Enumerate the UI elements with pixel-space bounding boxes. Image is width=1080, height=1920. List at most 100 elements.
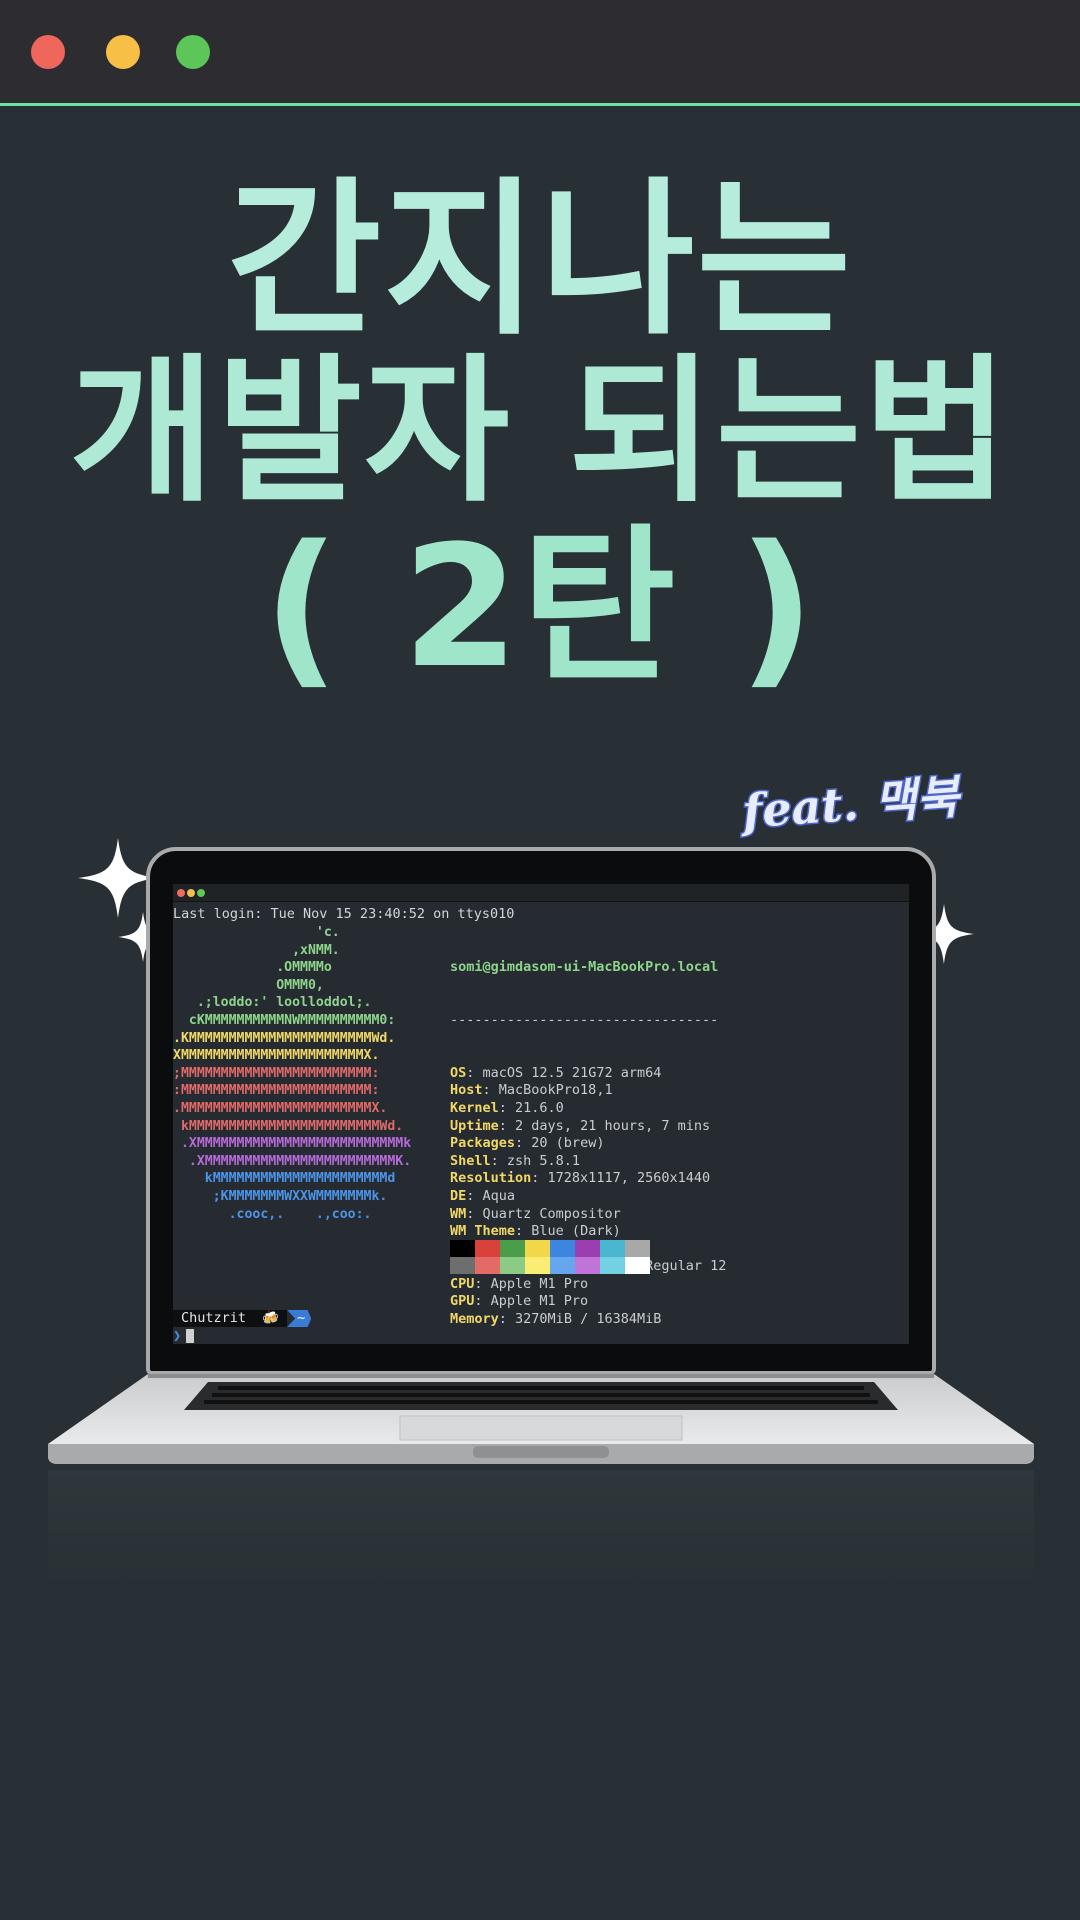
terminal-close-button[interactable] [177,889,185,897]
info-key: Resolution [450,1170,532,1187]
zoom-window-button[interactable] [176,35,210,69]
info-value: 1728x1117, 2560x1440 [547,1170,711,1187]
info-value: MacBookPro18,1 [498,1082,613,1099]
palette-swatch [625,1257,650,1274]
ascii-line: ;MMMMMMMMMMMMMMMMMMMMMMMM: [173,1065,380,1081]
info-row: Host: MacBookPro18,1 [450,1082,613,1099]
headline: 간지나는 개발자 되는법 ( 2탄 ) [0,175,1080,695]
info-row: GPU: Apple M1 Pro [450,1293,589,1310]
palette-swatch [475,1257,500,1274]
ascii-line: .cooc,. .,coo:. [173,1206,372,1222]
ascii-line: cKMMMMMMMMMMNWMMMMMMMMMM0: [173,1012,396,1028]
ascii-line: .KMMMMMMMMMMMMMMMMMMMMMMMWd. [173,1030,396,1046]
ascii-line: ,xNMM. [173,942,340,958]
shell-prompt: Chutzrit 🍻 ~ [173,1310,312,1327]
info-row: Shell: zsh 5.8.1 [450,1152,581,1169]
ascii-line: .XMMMMMMMMMMMMMMMMMMMMMMMMMMk [173,1136,412,1152]
prompt-dir-segment: ~ [287,1310,312,1327]
info-key: Shell [450,1152,491,1169]
close-window-button[interactable] [31,35,65,69]
info-value: Apple M1 Pro [490,1275,589,1292]
info-value: 2 days, 21 hours, 7 mins [515,1117,711,1134]
palette-swatch [450,1240,475,1257]
info-key: DE [450,1187,467,1204]
palette-swatch [625,1240,650,1257]
palette-swatch [525,1257,550,1274]
terminal-screen[interactable]: Last login: Tue Nov 15 23:40:52 on ttys0… [173,884,909,1344]
info-key: OS [450,1064,467,1081]
info-value: Apple M1 Pro [490,1293,589,1310]
beer-icon: 🍻 [262,1310,280,1326]
terminal-zoom-button[interactable] [197,889,205,897]
palette-swatch [575,1240,600,1257]
prompt-chevron-icon: ❯ [173,1328,182,1344]
laptop-reflection [48,1470,1034,1590]
info-row: Memory: 3270MiB / 16384MiB [450,1311,662,1328]
ascii-line: ;KMMMMMMMWXXWMMMMMMMk. [173,1188,388,1204]
info-value: 21.6.0 [515,1099,564,1116]
prompt-user-segment: Chutzrit 🍻 [173,1310,288,1327]
ascii-line: .XMMMMMMMMMMMMMMMMMMMMMMMMK. [173,1153,412,1169]
window-titlebar [0,0,1080,106]
apple-ascii-logo: 'c. ,xNMM. .OMMMMo OMMM0, .;loddo:' lool… [173,924,411,1223]
palette-swatch [500,1257,525,1274]
ascii-line: :MMMMMMMMMMMMMMMMMMMMMMMM: [173,1083,380,1099]
terminal-minimize-button[interactable] [187,889,195,897]
palette-swatch [550,1240,575,1257]
info-row: WM: Quartz Compositor [450,1205,621,1222]
system-info: somi@gimdasom-ui-MacBookPro.local ------… [450,924,726,1344]
ascii-line: kMMMMMMMMMMMMMMMMMMMMMMd [173,1171,396,1187]
info-key: WM Theme [450,1223,516,1240]
palette-swatch [600,1240,625,1257]
terminal-titlebar [173,884,909,902]
user-host: somi@gimdasom-ui-MacBookPro.local [450,959,719,976]
palette-swatch [525,1240,550,1257]
minimize-window-button[interactable] [106,35,140,69]
ascii-line: .;loddo:' loolloddol;. [173,995,372,1011]
info-key: Memory [450,1311,499,1328]
ascii-line: 'c. [173,925,340,940]
info-key: Uptime [450,1117,499,1134]
info-row: Kernel: 21.6.0 [450,1099,564,1116]
info-key: CPU [450,1275,475,1292]
text-cursor [186,1329,195,1343]
info-key: Host [450,1082,483,1099]
info-value: macOS 12.5 21G72 arm64 [482,1064,662,1081]
info-row: CPU: Apple M1 Pro [450,1275,589,1292]
info-value: 3270MiB / 16384MiB [515,1311,662,1328]
ascii-line: .OMMMMo [173,960,332,976]
info-row: Packages: 20 (brew) [450,1135,605,1152]
laptop-base [48,1374,1034,1464]
info-value: Aqua [482,1187,516,1204]
feat-caption: feat. 맥북 [739,768,962,840]
palette-swatch [550,1257,575,1274]
separator-line: --------------------------------- [450,1011,719,1028]
info-value: 20 (brew) [531,1135,605,1152]
headline-line-2: 개발자 되는법 [69,340,1011,524]
ascii-line: XMMMMMMMMMMMMMMMMMMMMMMMX. [173,1048,380,1064]
info-value: Quartz Compositor [482,1205,621,1222]
ascii-line: kMMMMMMMMMMMMMMMMMMMMMMMMWd. [173,1118,404,1134]
info-row: Uptime: 2 days, 21 hours, 7 mins [450,1117,711,1134]
info-row: DE: Aqua [450,1187,516,1204]
headline-line-1: 간지나는 [226,162,854,358]
headline-line-3: ( 2탄 ) [263,509,817,705]
palette-swatch [450,1257,475,1274]
palette-swatch [600,1257,625,1274]
info-key: Packages [450,1135,516,1152]
info-row: WM Theme: Blue (Dark) [450,1223,621,1240]
ascii-line: OMMM0, [173,977,324,993]
info-row: OS: macOS 12.5 21G72 arm64 [450,1064,662,1081]
input-line[interactable]: ❯ [173,1328,195,1344]
palette-swatch [475,1240,500,1257]
last-login-line: Last login: Tue Nov 15 23:40:52 on ttys0… [173,906,515,922]
info-key: GPU [450,1293,475,1310]
color-palette [450,1240,650,1274]
prompt-user: Chutzrit [181,1310,247,1326]
ascii-line: .MMMMMMMMMMMMMMMMMMMMMMMMX. [173,1100,388,1116]
info-row: Resolution: 1728x1117, 2560x1440 [450,1170,711,1187]
info-key: WM [450,1205,467,1222]
palette-swatch [575,1257,600,1274]
info-value: zsh 5.8.1 [506,1152,581,1169]
info-key: Kernel [450,1099,499,1116]
